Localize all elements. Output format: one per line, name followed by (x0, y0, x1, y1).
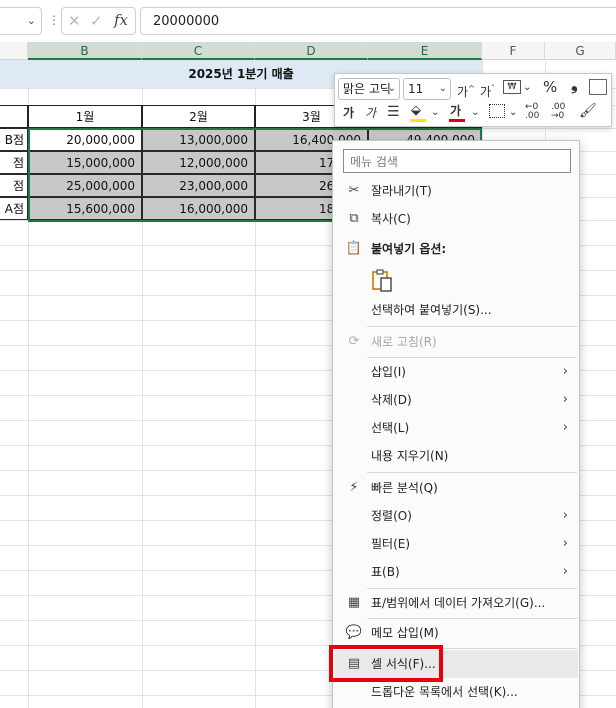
row-label[interactable]: 점 (0, 151, 28, 174)
shrink-font-icon[interactable]: 가ˇ (480, 81, 495, 100)
italic-icon[interactable]: 가 (365, 105, 376, 121)
chevron-right-icon: › (562, 508, 568, 523)
cancel-icon[interactable]: ✕ (68, 12, 81, 30)
chevron-down-icon[interactable]: ⌄ (471, 105, 479, 121)
font-name-value: 맑은 고딕 (343, 82, 391, 96)
column-header-e[interactable]: E (368, 42, 482, 60)
formula-bar-buttons: ✕ ✓ fx (61, 7, 136, 35)
chevron-right-icon: › (562, 392, 568, 407)
chevron-down-icon[interactable]: ⌄ (431, 105, 439, 121)
formula-input[interactable]: 20000000 (140, 7, 616, 35)
chevron-right-icon: › (562, 536, 568, 551)
clipboard-icon: 📋 (345, 241, 363, 256)
chevron-right-icon: › (562, 564, 568, 579)
column-header-c[interactable]: C (142, 42, 255, 60)
font-color-swatch (449, 119, 465, 122)
copy-icon: ⧉ (349, 211, 359, 226)
paste-clipboard-icon[interactable] (371, 269, 395, 293)
menu-item-insert[interactable]: 삽입(I) › (335, 358, 578, 386)
row-label[interactable]: 점 (0, 174, 28, 197)
column-header-b[interactable]: B (28, 42, 142, 60)
enter-check-icon[interactable]: ✓ (90, 12, 103, 30)
increase-decimal-icon[interactable]: ←0.00 (525, 103, 539, 121)
chevron-down-icon[interactable]: ⌄ (523, 80, 531, 96)
font-size-value: 11 (408, 82, 424, 96)
menu-item-pick-from-dropdown[interactable]: 드롭다운 목록에서 선택(K)... (335, 678, 578, 706)
menu-item-table[interactable]: 표(B) › (335, 558, 578, 586)
excel-window: ⌄ ⋮ ✕ ✓ fx 20000000 B C D E F G 2025년 1분… (0, 0, 616, 708)
bold-icon[interactable]: 가 (343, 105, 354, 121)
borders-icon[interactable] (489, 104, 505, 118)
refresh-icon: ⟳ (348, 334, 360, 349)
chevron-right-icon: › (562, 420, 568, 435)
menu-search-input[interactable]: 메뉴 검색 (343, 149, 571, 173)
fill-color-swatch (410, 119, 426, 122)
column-header-a[interactable] (0, 42, 28, 60)
accounting-format-icon[interactable]: ₩ (503, 80, 521, 94)
mini-toolbar: 맑은 고딕 ⌄ 11 ⌄ 가^ 가ˇ ₩ ⌄ % ❟ 가 가 ☰ ⬙ ⌄ 가 ⌄… (334, 73, 612, 127)
menu-item-get-data[interactable]: ▦ 표/범위에서 데이터 가져오기(G)... (335, 589, 578, 617)
row-label[interactable]: A점 (0, 197, 28, 220)
format-painter-icon[interactable]: 🖌 (579, 103, 597, 119)
merge-center-icon[interactable] (589, 79, 607, 95)
column-header-d[interactable]: D (255, 42, 368, 60)
decrease-decimal-icon[interactable]: .00 →0 (551, 103, 565, 121)
menu-item-filter[interactable]: 필터(E) › (335, 530, 578, 558)
menu-item-select[interactable]: 선택(L) › (335, 414, 578, 442)
column-header-row: B C D E F G (0, 42, 616, 60)
comma-style-icon[interactable]: ❟ (571, 77, 578, 94)
scissors-icon: ✂ (348, 183, 360, 198)
month-header[interactable]: 1월 (28, 105, 142, 128)
month-header[interactable]: 2월 (142, 105, 255, 128)
quick-analysis-icon: ⚡ (349, 480, 359, 495)
menu-item-clear-contents[interactable]: 내용 지우기(N) (335, 442, 578, 470)
font-name-dropdown[interactable]: 맑은 고딕 ⌄ (338, 78, 400, 100)
menu-item-sort[interactable]: 정렬(O) › (335, 502, 578, 530)
fill-color-icon[interactable]: ⬙ (411, 103, 421, 119)
chevron-down-icon[interactable]: ⌄ (509, 105, 517, 121)
menu-item-insert-comment[interactable]: 💬 메모 삽입(M) (335, 619, 578, 647)
menu-item-cut[interactable]: ✂ 잘라내기(T) (335, 177, 578, 205)
chevron-down-icon: ⌄ (438, 83, 447, 94)
insert-function-icon[interactable]: fx (114, 11, 128, 29)
font-size-dropdown[interactable]: 11 ⌄ (403, 78, 451, 100)
formula-bar-separator: ⋮ (48, 13, 60, 27)
menu-item-paste-options: 📋 붙여넣기 옵션: (335, 235, 578, 263)
chevron-down-icon[interactable]: ⌄ (27, 14, 36, 27)
chevron-right-icon: › (562, 364, 568, 379)
name-box[interactable]: ⌄ (0, 7, 42, 35)
highlight-annotation (329, 645, 443, 682)
column-header-g[interactable]: G (545, 42, 616, 60)
row-label[interactable]: B점 (0, 128, 28, 151)
percent-style-icon[interactable]: % (543, 79, 557, 95)
font-color-icon[interactable]: 가 (450, 103, 461, 119)
table-range-icon: ▦ (347, 595, 361, 610)
header-cell-empty[interactable] (0, 105, 28, 128)
chevron-down-icon: ⌄ (387, 83, 396, 94)
menu-item-quick-analysis[interactable]: ⚡ 빠른 분석(Q) (335, 474, 578, 502)
menu-item-paste-special[interactable]: 선택하여 붙여넣기(S)... (335, 296, 578, 324)
menu-item-copy[interactable]: ⧉ 복사(C) (335, 205, 578, 233)
formula-bar: ⌄ ⋮ ✕ ✓ fx 20000000 (0, 0, 616, 42)
column-header-f[interactable]: F (482, 42, 545, 60)
comment-icon: 💬 (345, 625, 363, 640)
align-center-icon[interactable]: ☰ (387, 104, 400, 120)
menu-item-delete[interactable]: 삭제(D) › (335, 386, 578, 414)
grow-font-icon[interactable]: 가^ (457, 81, 475, 100)
context-menu: 메뉴 검색 ✂ 잘라내기(T) ⧉ 복사(C) 📋 붙여넣기 옵션: 선택하여 … (332, 140, 580, 708)
menu-item-refresh: ⟳ 새로 고침(R) (335, 328, 578, 356)
